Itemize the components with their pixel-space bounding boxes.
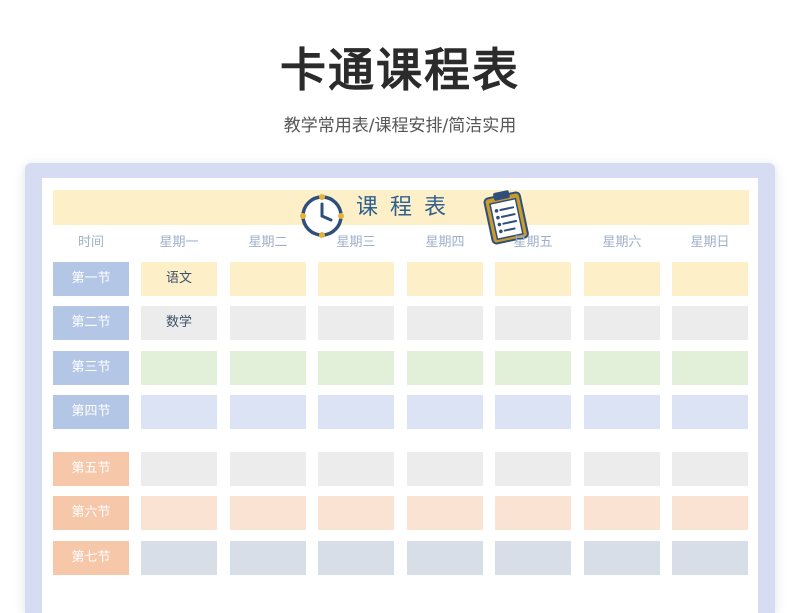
period-label: 第六节	[53, 496, 129, 530]
period-label: 第七节	[53, 541, 129, 575]
page-subtitle: 教学常用表/课程安排/简洁实用	[283, 116, 517, 136]
page-title: 卡通课程表	[280, 43, 520, 97]
header-day: 星期三	[336, 235, 376, 250]
header-day: 星期二	[248, 235, 288, 250]
schedule-title: 课程表	[355, 195, 458, 220]
schedule-cell[interactable]	[584, 452, 660, 486]
schedule-cell[interactable]	[230, 452, 306, 486]
schedule-cell[interactable]	[230, 262, 306, 296]
period-label: 第三节	[53, 351, 129, 385]
schedule-cell[interactable]	[141, 452, 217, 486]
schedule-cell[interactable]	[141, 395, 217, 429]
schedule-cell[interactable]	[318, 541, 394, 575]
schedule-cell[interactable]: 数学	[141, 306, 217, 340]
schedule-cell[interactable]	[495, 395, 571, 429]
schedule-cell[interactable]	[495, 351, 571, 385]
schedule-card: 课程表 时间 星期一 星期二 星期三 星期四 星期五 星期六 星期日 第一节 语…	[25, 163, 775, 613]
schedule-cell[interactable]	[407, 541, 483, 575]
schedule-cell[interactable]	[230, 351, 306, 385]
schedule-cell[interactable]	[495, 452, 571, 486]
period-label: 第一节	[53, 262, 129, 296]
schedule-cell[interactable]	[318, 452, 394, 486]
schedule-sheet: 课程表 时间 星期一 星期二 星期三 星期四 星期五 星期六 星期日 第一节 语…	[42, 178, 758, 613]
schedule-cell[interactable]	[584, 541, 660, 575]
schedule-cell[interactable]	[141, 351, 217, 385]
schedule-cell[interactable]	[495, 306, 571, 340]
schedule-cell[interactable]: 语文	[141, 262, 217, 296]
schedule-banner: 课程表	[53, 190, 749, 245]
schedule-cell[interactable]	[672, 496, 748, 530]
period-label: 第二节	[53, 306, 129, 340]
schedule-cell[interactable]	[672, 262, 748, 296]
schedule-cell[interactable]	[407, 351, 483, 385]
schedule-cell[interactable]	[672, 306, 748, 340]
header-day: 星期一	[159, 235, 199, 250]
schedule-cell[interactable]	[318, 496, 394, 530]
schedule-cell[interactable]	[672, 395, 748, 429]
schedule-cell[interactable]	[495, 541, 571, 575]
schedule-cell[interactable]	[318, 262, 394, 296]
schedule-cell[interactable]	[318, 351, 394, 385]
schedule-cell[interactable]	[407, 395, 483, 429]
schedule-cell[interactable]	[672, 541, 748, 575]
period-label: 第五节	[53, 452, 129, 486]
schedule-cell[interactable]	[141, 541, 217, 575]
schedule-cell[interactable]	[584, 351, 660, 385]
schedule-cell[interactable]	[407, 452, 483, 486]
header-day: 星期日	[690, 235, 730, 250]
schedule-cell[interactable]	[584, 262, 660, 296]
header-day: 星期四	[425, 235, 465, 250]
schedule-cell[interactable]	[584, 306, 660, 340]
schedule-cell[interactable]	[230, 496, 306, 530]
schedule-cell[interactable]	[230, 395, 306, 429]
schedule-cell[interactable]	[495, 262, 571, 296]
schedule-cell[interactable]	[407, 306, 483, 340]
schedule-cell[interactable]	[584, 395, 660, 429]
schedule-cell[interactable]	[584, 496, 660, 530]
schedule-cell[interactable]	[407, 496, 483, 530]
schedule-cell[interactable]	[318, 395, 394, 429]
schedule-cell[interactable]	[407, 262, 483, 296]
schedule-cell[interactable]	[318, 306, 394, 340]
header-time: 时间	[77, 235, 104, 250]
schedule-cell[interactable]	[495, 496, 571, 530]
schedule-cell[interactable]	[141, 496, 217, 530]
header-day: 星期六	[602, 235, 642, 250]
period-label: 第四节	[53, 395, 129, 429]
schedule-cell[interactable]	[672, 452, 748, 486]
schedule-cell[interactable]	[230, 541, 306, 575]
header-day: 星期五	[513, 235, 553, 250]
schedule-cell[interactable]	[230, 306, 306, 340]
schedule-cell[interactable]	[672, 351, 748, 385]
